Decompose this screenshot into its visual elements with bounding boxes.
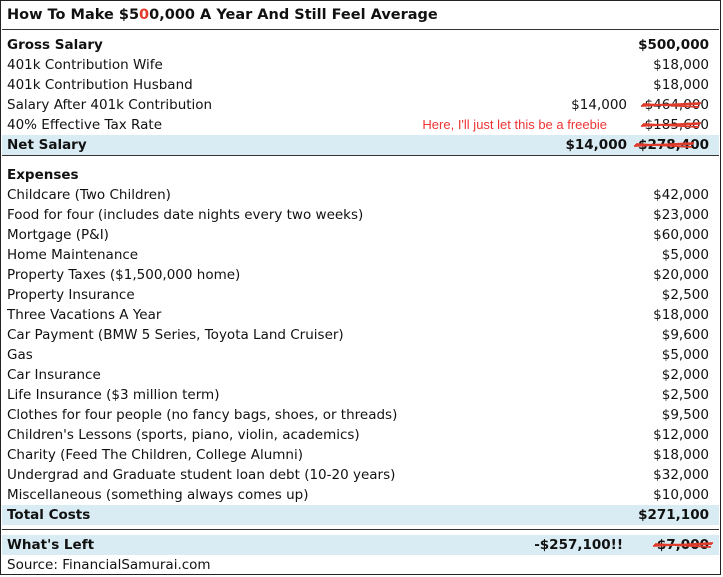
expense-row-value: $18,000 [653,307,709,323]
expense-row-value: $9,500 [661,407,709,423]
expense-row-label: Clothes for four people (no fancy bags, … [7,407,398,423]
expense-row-value: $12,000 [653,427,709,443]
title-prefix: How To Make $5 [7,7,140,23]
total-costs-row: Total Costs $271,100 [2,505,719,525]
income-row-label: 40% Effective Tax Rate [7,117,163,133]
income-row: Net Salary $14,000 $278,400 [2,135,719,155]
expense-row-label: Mortgage (P&I) [7,227,109,243]
title-edited-digit: 0 [139,7,150,23]
expenses-header: Expenses [7,167,79,183]
income-row-value: $464,000 [640,95,709,115]
expense-row-label: Three Vacations A Year [7,307,162,323]
expense-row: Children's Lessons (sports, piano, violi… [2,425,719,445]
income-row-value: $18,000 [653,77,709,93]
expense-row-label: Home Maintenance [7,247,139,263]
expense-row: Childcare (Two Children) $42,000 [2,185,719,205]
expense-row: Gas $5,000 [2,345,719,365]
income-row-label: Salary After 401k Contribution [7,97,213,113]
expense-row-value: $10,000 [653,487,709,503]
expense-row-value: $5,000 [661,247,709,263]
scribble-strike [634,142,695,148]
expense-row: Charity (Feed The Children, College Alum… [2,445,719,465]
expense-row-label: Life Insurance ($3 million term) [7,387,220,403]
income-row-label: 401k Contribution Wife [7,57,163,73]
expense-row: Property Insurance $2,500 [2,285,719,305]
title-divider [2,29,719,30]
whats-left-row: What's Left -$257,100!! $7,000 [2,535,719,555]
expense-row-value: $32,000 [653,467,709,483]
expense-row-value: $20,000 [653,267,709,283]
expense-row-value: $18,000 [653,447,709,463]
expense-row: Clothes for four people (no fancy bags, … [2,405,719,425]
income-row: Salary After 401k Contribution $14,000 $46… [2,95,719,115]
income-row-value: $185,600 [640,115,709,135]
income-divider [2,155,719,156]
annotation-note: Here, I'll just let this be a freebie [422,117,607,132]
table-title: How To Make $500,000 A Year And Still Fe… [2,5,719,25]
expense-row-label: Car Insurance [7,367,101,383]
expense-row-value: $9,600 [661,327,709,343]
scribble-strike [640,102,701,108]
income-row: 401k Contribution Husband $18,000 [2,75,719,95]
spreadsheet-table: How To Make $500,000 A Year And Still Fe… [0,0,721,575]
income-row-new-value: $14,000 [565,137,628,153]
expense-row: Home Maintenance $5,000 [2,245,719,265]
income-row-label: Gross Salary [7,37,103,53]
expense-row: Car Insurance $2,000 [2,365,719,385]
expense-row-label: Children's Lessons (sports, piano, violi… [7,427,360,443]
whats-left-old-value: $7,000 [652,535,713,555]
expense-row: Miscellaneous (something always comes up… [2,485,719,505]
scribble-strike [652,542,713,548]
expense-row-value: $42,000 [653,187,709,203]
expense-row-label: Property Insurance [7,287,135,303]
scribble-strike [640,122,701,128]
expense-row-label: Undergrad and Graduate student loan debt… [7,467,396,483]
expense-row-label: Miscellaneous (something always comes up… [7,487,309,503]
income-row-label: 401k Contribution Husband [7,77,193,93]
title-suffix: 0,000 A Year And Still Feel Average [149,7,438,23]
source-row: Source: FinancialSamurai.com [7,557,211,573]
income-row-value: $500,000 [638,37,709,53]
income-row-new-value: $14,000 [571,97,627,113]
expense-row-label: Childcare (Two Children) [7,187,171,203]
expense-row-value: $2,500 [661,387,709,403]
expense-row-label: Food for four (includes date nights ever… [7,207,364,223]
income-row-value: $278,400 [634,135,709,155]
expense-row-value: $2,500 [661,287,709,303]
income-row-label: Net Salary [7,137,87,153]
expense-row: Life Insurance ($3 million term) $2,500 [2,385,719,405]
whats-left-new-value: -$257,100!! [534,537,623,553]
expense-row: Food for four (includes date nights ever… [2,205,719,225]
expense-row: Property Taxes ($1,500,000 home) $20,000 [2,265,719,285]
expense-row-value: $5,000 [661,347,709,363]
expense-row-value: $2,000 [661,367,709,383]
income-row: 40% Effective Tax Rate Here, I'll just le… [2,115,719,135]
expense-row: Three Vacations A Year $18,000 [2,305,719,325]
expense-row: Mortgage (P&I) $60,000 [2,225,719,245]
expense-row-value: $60,000 [653,227,709,243]
income-row: 401k Contribution Wife $18,000 [2,55,719,75]
income-row-value: $18,000 [653,57,709,73]
expense-row-label: Property Taxes ($1,500,000 home) [7,267,241,283]
income-row: Gross Salary $500,000 [2,35,719,55]
totals-divider [2,529,719,530]
expense-row-label: Car Payment (BMW 5 Series, Toyota Land C… [7,327,344,343]
expense-row-label: Gas [7,347,33,363]
expense-row-label: Charity (Feed The Children, College Alum… [7,447,303,463]
expense-row: Car Payment (BMW 5 Series, Toyota Land C… [2,325,719,345]
expense-row: Undergrad and Graduate student loan debt… [2,465,719,485]
expense-row-value: $23,000 [653,207,709,223]
